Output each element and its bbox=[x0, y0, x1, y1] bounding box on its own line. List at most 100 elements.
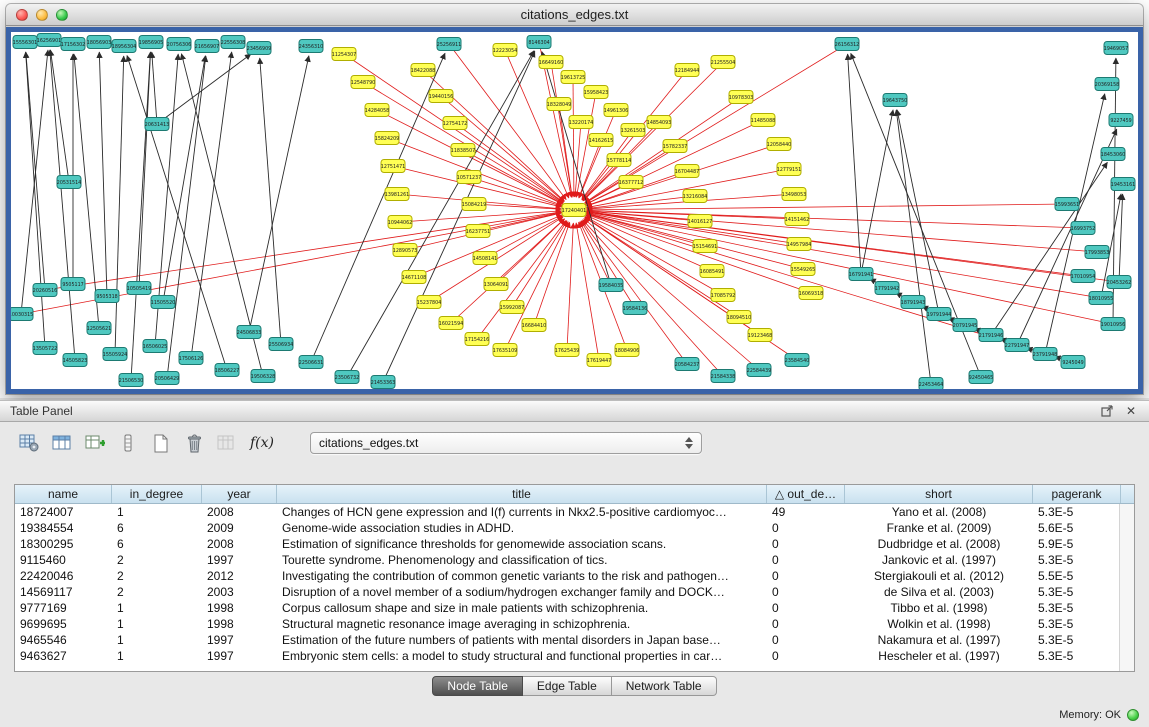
column-header-2[interactable]: year bbox=[202, 485, 277, 503]
svg-text:18094510: 18094510 bbox=[727, 315, 751, 321]
table-row[interactable]: 946362711997Embryonic stem cells: a mode… bbox=[15, 648, 1134, 664]
svg-text:18506227: 18506227 bbox=[215, 368, 239, 374]
svg-text:11485088: 11485088 bbox=[751, 118, 775, 124]
svg-text:21453363: 21453363 bbox=[371, 380, 395, 386]
table-cell: 2003 bbox=[202, 584, 277, 600]
svg-text:10978303: 10978303 bbox=[729, 95, 753, 101]
table-row[interactable]: 1456911722003Disruption of a novel membe… bbox=[15, 584, 1134, 600]
svg-text:14151462: 14151462 bbox=[785, 217, 809, 223]
svg-text:10571237: 10571237 bbox=[457, 175, 481, 181]
delete-table-icon[interactable] bbox=[181, 432, 207, 455]
column-header-3[interactable]: title bbox=[277, 485, 767, 503]
table-vertical-scrollbar[interactable] bbox=[1119, 504, 1134, 671]
svg-text:23506732: 23506732 bbox=[335, 375, 359, 381]
table-cell: 1997 bbox=[202, 648, 277, 664]
table-panel: Table Panel ✕ bbox=[0, 400, 1149, 727]
table-cell: Structural magnetic resonance image aver… bbox=[277, 616, 767, 632]
table-row[interactable]: 1938455462009Genome-wide association stu… bbox=[15, 520, 1134, 536]
float-panel-icon[interactable] bbox=[1099, 403, 1115, 419]
table-row[interactable]: 977716911998Corpus callosum shape and si… bbox=[15, 600, 1134, 616]
table-mode-icon[interactable] bbox=[16, 432, 42, 455]
svg-text:16791941: 16791941 bbox=[849, 272, 873, 278]
svg-text:15556301: 15556301 bbox=[13, 40, 37, 46]
table-cell: 18300295 bbox=[15, 536, 112, 552]
new-table-icon[interactable] bbox=[148, 432, 174, 455]
svg-text:16085491: 16085491 bbox=[700, 269, 724, 275]
svg-text:18791943: 18791943 bbox=[901, 300, 925, 306]
column-header-0[interactable]: name bbox=[15, 485, 112, 503]
svg-text:14016127: 14016127 bbox=[688, 219, 712, 225]
table-cell: 0 bbox=[767, 536, 845, 552]
svg-text:9245049: 9245049 bbox=[1062, 360, 1083, 366]
table-cell: Estimation of significance thresholds fo… bbox=[277, 536, 767, 552]
svg-text:20791945: 20791945 bbox=[953, 323, 977, 329]
column-header-6[interactable]: pagerank bbox=[1033, 485, 1121, 503]
table-cell: Yano et al. (2008) bbox=[845, 504, 1033, 520]
column-header-4[interactable]: △ out_de… bbox=[767, 485, 845, 503]
panel-title: Table Panel bbox=[10, 404, 1091, 418]
table-cell: Disruption of a novel member of a sodium… bbox=[277, 584, 767, 600]
svg-text:21255504: 21255504 bbox=[711, 60, 735, 66]
table-row[interactable]: 2242004622012Investigating the contribut… bbox=[15, 568, 1134, 584]
svg-text:23456909: 23456909 bbox=[247, 46, 271, 52]
show-columns-icon[interactable] bbox=[49, 432, 75, 455]
table-cell: 5.3E-5 bbox=[1033, 616, 1121, 632]
table-cell: Hescheler et al. (1997) bbox=[845, 648, 1033, 664]
minimize-window-icon[interactable] bbox=[36, 9, 48, 21]
table-row[interactable]: 1830029562008Estimation of significance … bbox=[15, 536, 1134, 552]
svg-text:16021594: 16021594 bbox=[439, 321, 463, 327]
table-row[interactable]: 946554611997Estimation of the future num… bbox=[15, 632, 1134, 648]
svg-text:19453161: 19453161 bbox=[1111, 182, 1135, 188]
svg-text:20506429: 20506429 bbox=[155, 376, 179, 382]
svg-text:12505621: 12505621 bbox=[87, 326, 111, 332]
svg-text:9227459: 9227459 bbox=[1110, 118, 1131, 124]
column-header-5[interactable]: short bbox=[845, 485, 1033, 503]
column-view-icon[interactable] bbox=[115, 432, 141, 455]
table-row[interactable]: 969969511998Structural magnetic resonanc… bbox=[15, 616, 1134, 632]
svg-text:9505318: 9505318 bbox=[96, 294, 117, 300]
svg-text:19584136: 19584136 bbox=[623, 306, 647, 312]
table-selector-dropdown[interactable]: citations_edges.txt bbox=[310, 432, 702, 454]
svg-text:19643750: 19643750 bbox=[883, 98, 907, 104]
table-cell: 2009 bbox=[202, 520, 277, 536]
close-panel-icon[interactable]: ✕ bbox=[1123, 403, 1139, 419]
tab-edge-table[interactable]: Edge Table bbox=[523, 676, 612, 696]
table-toolbar: f(x) citations_edges.txt bbox=[0, 422, 1149, 458]
svg-text:17154216: 17154216 bbox=[465, 337, 489, 343]
svg-text:19613725: 19613725 bbox=[561, 75, 585, 81]
svg-text:13981261: 13981261 bbox=[385, 192, 409, 198]
table-cell: 9777169 bbox=[15, 600, 112, 616]
table-cell: 2 bbox=[112, 552, 202, 568]
svg-text:15992087: 15992087 bbox=[500, 305, 524, 311]
svg-text:10505419: 10505419 bbox=[127, 286, 151, 292]
table-cell: 1 bbox=[112, 600, 202, 616]
table-cell: 5.3E-5 bbox=[1033, 632, 1121, 648]
table-panel-header: Table Panel ✕ bbox=[0, 400, 1149, 422]
zoom-window-icon[interactable] bbox=[56, 9, 68, 21]
network-canvas[interactable]: 1555630116256901171563021805690318956304… bbox=[11, 32, 1138, 389]
table-cell: 5.5E-5 bbox=[1033, 568, 1121, 584]
window-titlebar[interactable]: citations_edges.txt bbox=[6, 4, 1143, 26]
svg-text:23584540: 23584540 bbox=[785, 358, 809, 364]
function-builder-icon[interactable]: f(x) bbox=[247, 432, 277, 455]
table-row[interactable]: 1872400712008Changes of HCN gene express… bbox=[15, 504, 1134, 520]
import-table-icon[interactable] bbox=[214, 432, 240, 455]
create-column-icon[interactable] bbox=[82, 432, 108, 455]
window-title: citations_edges.txt bbox=[6, 4, 1143, 26]
column-header-1[interactable]: in_degree bbox=[112, 485, 202, 503]
tab-network-table[interactable]: Network Table bbox=[612, 676, 717, 696]
tab-node-table[interactable]: Node Table bbox=[432, 676, 523, 696]
table-cell: Franke et al. (2009) bbox=[845, 520, 1033, 536]
network-view: 1555630116256901171563021805690318956304… bbox=[6, 27, 1143, 394]
svg-text:12058440: 12058440 bbox=[767, 142, 791, 148]
table-cell: Wolkin et al. (1998) bbox=[845, 616, 1033, 632]
table-cell: 6 bbox=[112, 536, 202, 552]
table-row[interactable]: 911546021997Tourette syndrome. Phenomeno… bbox=[15, 552, 1134, 568]
svg-text:92450465: 92450465 bbox=[969, 375, 993, 381]
svg-text:14508141: 14508141 bbox=[473, 256, 497, 262]
table-cell: 22420046 bbox=[15, 568, 112, 584]
svg-text:13064091: 13064091 bbox=[484, 282, 508, 288]
close-window-icon[interactable] bbox=[16, 9, 28, 21]
svg-text:14162615: 14162615 bbox=[589, 138, 613, 144]
table-cell: Genome-wide association studies in ADHD. bbox=[277, 520, 767, 536]
